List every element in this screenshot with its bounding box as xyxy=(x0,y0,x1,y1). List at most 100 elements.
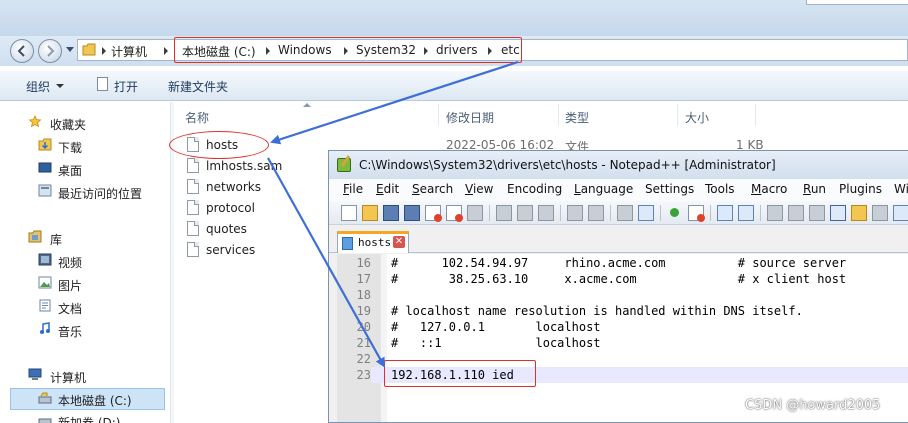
new-folder-button[interactable]: 新建文件夹 xyxy=(168,78,228,95)
recent-places-icon xyxy=(38,184,52,197)
nav-libraries[interactable]: 库 xyxy=(50,231,62,248)
navigation-pane: 收藏夹 下载 桌面 最近访问的位置 库 视频 图片 文档 音乐 计算机 本地磁盘… xyxy=(0,102,170,423)
menu-plugins[interactable]: Plugins xyxy=(839,182,882,196)
nav-recent-places[interactable]: 最近访问的位置 xyxy=(58,185,142,202)
redo-icon[interactable] xyxy=(588,205,604,221)
word-wrap-icon[interactable] xyxy=(767,205,783,221)
tab-hosts[interactable]: hosts ✕ xyxy=(337,231,409,253)
nav-music[interactable]: 音乐 xyxy=(58,323,82,340)
column-header-date[interactable]: 修改日期 xyxy=(446,109,494,126)
nav-pictures[interactable]: 图片 xyxy=(58,277,82,294)
column-divider[interactable] xyxy=(558,104,559,126)
address-bar[interactable]: 计算机 本地磁盘 (C:) Windows System32 drivers e… xyxy=(77,37,908,63)
new-file-icon[interactable] xyxy=(341,205,357,221)
close-icon[interactable]: ✕ xyxy=(393,236,405,248)
nav-local-disk[interactable]: 本地磁盘 (C:) xyxy=(58,392,132,409)
menu-label: un xyxy=(810,182,827,196)
column-divider[interactable] xyxy=(438,104,439,126)
organize-button[interactable]: 组织 xyxy=(26,78,50,95)
nav-documents[interactable]: 文档 xyxy=(58,300,82,317)
menu-tools[interactable]: Tools xyxy=(705,182,735,196)
menu-macro[interactable]: Macro xyxy=(751,182,787,196)
toolbar-separator xyxy=(760,205,761,221)
nav-videos[interactable]: 视频 xyxy=(58,254,82,271)
breadcrumb-computer[interactable]: 计算机 xyxy=(111,43,147,60)
line-number: 16 xyxy=(356,256,371,270)
nav-new-volume[interactable]: 新加卷 (D:) xyxy=(58,414,120,423)
notepad-title-bar[interactable]: C:\Windows\System32\drivers\etc\hosts - … xyxy=(329,151,908,179)
show-all-characters-icon[interactable] xyxy=(788,205,804,221)
replace-icon[interactable] xyxy=(638,205,654,221)
open-file-icon[interactable] xyxy=(362,205,378,221)
column-header-name[interactable]: 名称 xyxy=(185,109,209,126)
open-button[interactable]: 打开 xyxy=(114,78,138,95)
desktop-icon xyxy=(38,162,52,173)
tab-label: hosts xyxy=(358,236,392,249)
indent-guide-icon[interactable] xyxy=(809,205,825,221)
recent-pages-dropdown-icon[interactable] xyxy=(66,47,74,52)
breadcrumb-separator-icon[interactable] xyxy=(102,47,106,55)
close-file-icon[interactable] xyxy=(425,205,442,222)
menu-file[interactable]: File xyxy=(343,182,363,196)
menu-bar: File Edit Search View Encoding Language … xyxy=(329,179,908,201)
saved-file-icon xyxy=(342,237,353,250)
zoom-out-icon[interactable] xyxy=(688,205,705,222)
paste-icon[interactable] xyxy=(538,205,554,221)
function-list-icon[interactable] xyxy=(851,205,867,221)
menu-label: Wi xyxy=(894,182,908,196)
save-icon[interactable] xyxy=(383,205,399,221)
menu-edit[interactable]: Edit xyxy=(376,182,399,196)
column-header-type[interactable]: 类型 xyxy=(565,109,589,126)
toolbar-separator xyxy=(610,205,611,221)
zoom-in-icon[interactable] xyxy=(667,205,683,221)
undo-icon[interactable] xyxy=(567,205,583,221)
menu-mnemonic: M xyxy=(751,182,762,196)
nav-computer[interactable]: 计算机 xyxy=(50,369,86,386)
line-number: 23 xyxy=(337,367,371,383)
sync-vertical-icon[interactable] xyxy=(717,205,733,221)
file-name: services xyxy=(206,243,256,257)
find-icon[interactable] xyxy=(617,205,633,221)
line-text: # 38.25.63.10 x.acme.com # x client host xyxy=(391,272,847,286)
menu-encoding[interactable]: Encoding xyxy=(507,182,562,196)
line-number: 20 xyxy=(356,320,371,334)
code-line: 17 # 38.25.63.10 x.acme.com # x client h… xyxy=(337,271,908,287)
nav-favorites[interactable]: 收藏夹 xyxy=(50,116,86,133)
notepad-toolbar xyxy=(329,201,908,225)
hosts-highlight-ellipse xyxy=(169,131,269,159)
menu-run[interactable]: Run xyxy=(803,182,826,196)
menu-settings[interactable]: Settings xyxy=(645,182,694,196)
print-icon[interactable] xyxy=(467,205,483,221)
arrow-right-icon xyxy=(47,45,55,57)
breadcrumb-separator-icon[interactable] xyxy=(164,47,168,55)
menu-window[interactable]: Wi xyxy=(894,182,908,196)
nav-downloads[interactable]: 下载 xyxy=(58,139,82,156)
menu-language[interactable]: Language xyxy=(574,182,633,196)
file-name: networks xyxy=(206,180,261,194)
toolbar-separator xyxy=(710,205,711,221)
menu-mnemonic: R xyxy=(803,182,811,196)
menu-search[interactable]: Search xyxy=(412,182,453,196)
sync-horizontal-icon[interactable] xyxy=(738,205,754,221)
pictures-icon xyxy=(38,276,52,289)
column-divider[interactable] xyxy=(677,104,678,126)
folder-as-workspace-icon[interactable] xyxy=(872,205,888,221)
copy-icon[interactable] xyxy=(517,205,533,221)
document-map-icon[interactable] xyxy=(830,205,846,221)
video-icon xyxy=(38,253,52,266)
cut-icon[interactable] xyxy=(496,205,512,221)
monitoring-icon[interactable] xyxy=(893,205,908,221)
forward-button[interactable] xyxy=(38,39,62,63)
line-text: # ::1 localhost xyxy=(391,336,601,350)
close-all-icon[interactable] xyxy=(446,205,463,222)
music-icon xyxy=(40,322,50,334)
save-all-icon[interactable] xyxy=(404,205,420,221)
background-window-edge xyxy=(806,0,908,5)
explorer-toolbar: 组织 打开 新建文件夹 xyxy=(0,71,908,101)
menu-mnemonic: E xyxy=(376,182,384,196)
back-button[interactable] xyxy=(10,39,34,63)
column-header-size[interactable]: 大小 xyxy=(685,109,709,126)
menu-view[interactable]: View xyxy=(465,182,493,196)
nav-desktop[interactable]: 桌面 xyxy=(58,162,82,179)
column-divider[interactable] xyxy=(755,104,756,126)
